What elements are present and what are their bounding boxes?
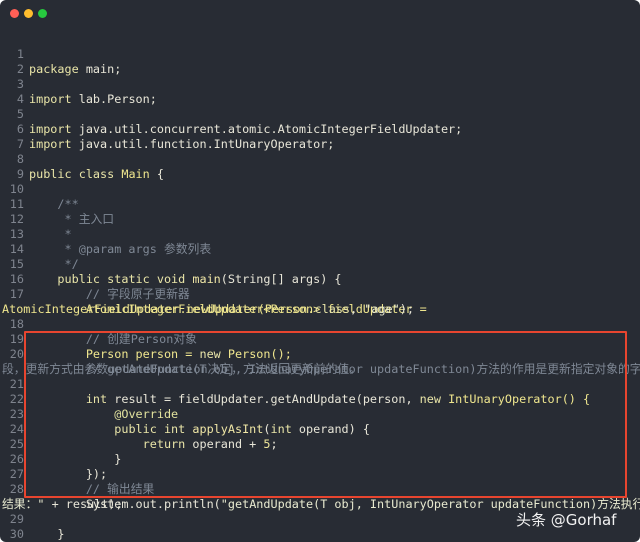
code-line: 6 import java.util.function.IntUnaryOper… [0, 107, 640, 151]
minimize-dot-icon[interactable] [24, 9, 33, 18]
code-window: 1 package main; 2 3 import lab.Person; 4… [0, 0, 640, 542]
code-line: 12 * [0, 197, 640, 241]
code-line: 14 */ [0, 227, 640, 271]
code-line: 10 /** [0, 167, 640, 211]
watermark: 头条 @Gorhaf [516, 511, 617, 529]
code-line: 3 import lab.Person; [0, 62, 640, 106]
code-line: 17 AtomicIntegerFieldUpdater<Person> fie… [0, 272, 640, 316]
code-line: 18 // 创建Person对象 [0, 302, 640, 346]
maximize-dot-icon[interactable] [38, 9, 47, 18]
code-line: 1 package main; [0, 32, 640, 76]
code-line: 4 [0, 77, 640, 106]
code-line: 2 [0, 47, 640, 76]
code-line-wrap: AtomicIntegerFieldUpdater.newUpdater(Per… [0, 287, 640, 316]
line-number: 30 [9, 527, 24, 541]
code-line: 7 [0, 122, 640, 151]
close-dot-icon[interactable] [10, 9, 19, 18]
window-titlebar [0, 0, 640, 26]
code-line: 11 * 主入口 [0, 182, 640, 226]
highlight-box [24, 331, 627, 498]
code-line: 19 Person person = new Person(); [0, 317, 640, 361]
code-line: 16 // 字段原子更新器 [0, 257, 640, 301]
code-line: 13 * @param args 参数列表 [0, 212, 640, 256]
code-line: 15 public static void main(String[] args… [0, 242, 640, 286]
code-line: 8 public class Main { [0, 137, 640, 181]
code-line: 5 import java.util.concurrent.atomic.Ato… [0, 92, 640, 136]
code-line: 9 [0, 152, 640, 181]
